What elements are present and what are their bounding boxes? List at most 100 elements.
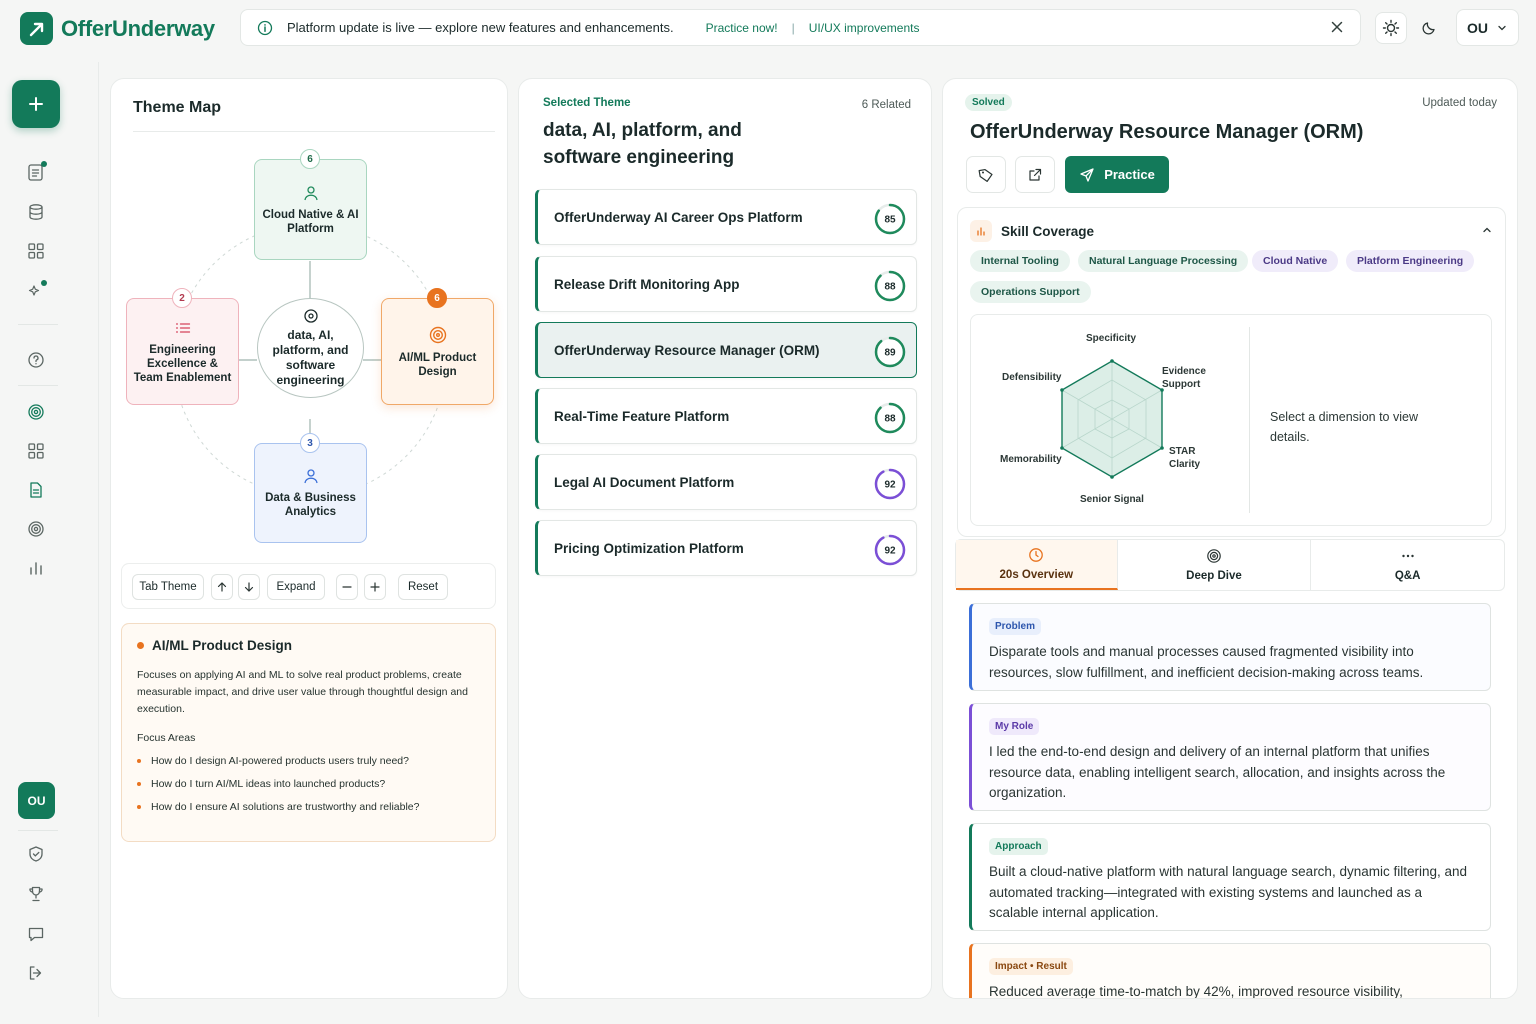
plus-icon bbox=[370, 582, 380, 592]
practice-button[interactable]: Practice bbox=[1065, 156, 1169, 193]
sidebar-item-documents[interactable] bbox=[24, 478, 48, 502]
moon-icon bbox=[1422, 21, 1435, 35]
sidebar-item-target[interactable] bbox=[24, 400, 48, 424]
avatar[interactable]: OU bbox=[18, 782, 55, 819]
close-banner-icon[interactable] bbox=[1328, 18, 1346, 36]
project-item[interactable]: OfferUnderway Resource Manager (ORM) 89 bbox=[535, 322, 917, 378]
project-item[interactable]: Pricing Optimization Platform 92 bbox=[535, 520, 917, 576]
tab-deep-dive[interactable]: Deep Dive bbox=[1118, 540, 1312, 590]
theme-node-ai-ml-product-design[interactable]: AI/ML Product Design bbox=[381, 298, 494, 405]
skill-chip[interactable]: Platform Engineering bbox=[1346, 250, 1475, 272]
expand-button[interactable]: Expand bbox=[267, 574, 325, 600]
sidebar-item-goals[interactable] bbox=[24, 517, 48, 541]
sidebar-item-achievements[interactable] bbox=[24, 882, 48, 906]
skill-chip[interactable]: Natural Language Processing bbox=[1078, 250, 1249, 272]
arrow-down-icon bbox=[244, 582, 254, 592]
tab-overview[interactable]: 20s Overview bbox=[956, 540, 1118, 590]
sidebar-item-dashboard[interactable] bbox=[24, 239, 48, 263]
project-detail-panel: Solved Updated today OfferUnderway Resou… bbox=[942, 78, 1518, 999]
selected-theme-title: data, AI, platform, and software enginee… bbox=[543, 120, 742, 168]
skill-coverage-title: Skill Coverage bbox=[1001, 223, 1095, 239]
score-value: 88 bbox=[884, 282, 896, 293]
ui-ux-link[interactable]: UI/UX improvements bbox=[809, 21, 920, 35]
project-name: Real-Time Feature Platform bbox=[554, 408, 730, 424]
status-badge: Solved bbox=[965, 94, 1012, 111]
radar-label[interactable]: Evidence Support bbox=[1162, 365, 1212, 391]
user-initials: OU bbox=[1467, 19, 1488, 36]
theme-node-data-analytics[interactable]: Data & Business Analytics bbox=[254, 443, 367, 543]
theme-node-cloud-native[interactable]: Cloud Native & AI Platform bbox=[254, 159, 367, 260]
score-ring: 85 bbox=[874, 203, 906, 235]
radar-label[interactable]: Memorability bbox=[1000, 453, 1062, 466]
radar-label[interactable]: Specificity bbox=[1086, 332, 1136, 345]
sidebar-separator bbox=[18, 830, 58, 831]
help-icon bbox=[28, 352, 44, 368]
node-label: data, AI, platform, and software enginee… bbox=[272, 328, 349, 387]
chevron-up-icon[interactable] bbox=[1481, 224, 1493, 236]
sidebar-item-apps[interactable] bbox=[24, 439, 48, 463]
tag-button[interactable] bbox=[966, 156, 1006, 193]
zoom-out-button[interactable] bbox=[336, 574, 358, 600]
score-value: 92 bbox=[884, 480, 896, 491]
theme-node-center[interactable]: data, AI, platform, and software enginee… bbox=[257, 298, 364, 398]
app-logo[interactable]: OfferUnderway bbox=[20, 12, 215, 45]
move-down-button[interactable] bbox=[238, 574, 260, 600]
sidebar-item-security[interactable] bbox=[24, 842, 48, 866]
move-up-button[interactable] bbox=[211, 574, 233, 600]
radar-label[interactable]: Defensibility bbox=[1002, 371, 1061, 384]
score-value: 89 bbox=[884, 348, 896, 359]
node-label: Cloud Native & AI Platform bbox=[262, 208, 359, 235]
theme-node-engineering-excellence[interactable]: Engineering Excellence & Team Enablement bbox=[126, 298, 239, 405]
score-ring: 92 bbox=[874, 534, 906, 566]
skill-chip[interactable]: Internal Tooling bbox=[970, 250, 1070, 272]
sidebar-item-database[interactable] bbox=[24, 200, 48, 224]
project-item[interactable]: Release Drift Monitoring App 88 bbox=[535, 256, 917, 312]
project-item[interactable]: OfferUnderway AI Career Ops Platform 85 bbox=[535, 189, 917, 245]
document-icon bbox=[30, 482, 42, 498]
section-text: Built a cloud-native platform with natur… bbox=[989, 864, 1468, 920]
radar-label[interactable]: STAR Clarity bbox=[1169, 445, 1209, 471]
radar-label[interactable]: Senior Signal bbox=[1080, 493, 1144, 506]
score-ring: 88 bbox=[874, 402, 906, 434]
sidebar-item-help[interactable] bbox=[24, 348, 48, 372]
section-text: Reduced average time-to-match by 42%, im… bbox=[989, 984, 1403, 999]
logout-icon bbox=[29, 966, 42, 980]
open-external-button[interactable] bbox=[1015, 156, 1055, 193]
zoom-in-button[interactable] bbox=[364, 574, 386, 600]
tab-qa[interactable]: Q&A bbox=[1311, 540, 1504, 590]
user-menu-button[interactable]: OU bbox=[1456, 9, 1519, 46]
project-name: Release Drift Monitoring App bbox=[554, 276, 740, 292]
map-controls: Tab Theme Expand Reset bbox=[121, 563, 496, 609]
reset-button[interactable]: Reset bbox=[398, 574, 448, 600]
skill-chip[interactable]: Operations Support bbox=[970, 281, 1091, 303]
practice-now-link[interactable]: Practice now! bbox=[706, 21, 778, 35]
sidebar-item-logout[interactable] bbox=[24, 961, 48, 985]
light-mode-button[interactable] bbox=[1375, 11, 1407, 44]
project-item[interactable]: Real-Time Feature Platform 88 bbox=[535, 388, 917, 444]
updated-timestamp: Updated today bbox=[1422, 97, 1497, 109]
node-label: AI/ML Product Design bbox=[398, 351, 477, 378]
skill-chip[interactable]: Cloud Native bbox=[1252, 250, 1339, 272]
role-section: My Role I led the end-to-end design and … bbox=[969, 703, 1491, 811]
sidebar-separator bbox=[18, 385, 58, 386]
more-icon bbox=[1401, 554, 1414, 558]
sidebar-item-analytics[interactable] bbox=[24, 556, 48, 580]
section-tag: Impact • Result bbox=[989, 958, 1073, 975]
project-item[interactable]: Legal AI Document Platform 92 bbox=[535, 454, 917, 510]
banner-separator: | bbox=[791, 20, 795, 35]
sidebar-item-notes[interactable] bbox=[24, 160, 48, 184]
score-ring: 89 bbox=[874, 336, 906, 368]
dimension-hint: Select a dimension to view details. bbox=[1270, 410, 1418, 444]
user-icon bbox=[303, 469, 318, 484]
approach-section: Approach Built a cloud-native platform w… bbox=[969, 823, 1491, 931]
score-ring: 88 bbox=[874, 270, 906, 302]
node-count-badge: 6 bbox=[427, 288, 447, 308]
tab-theme-button[interactable]: Tab Theme bbox=[132, 574, 204, 600]
section-tag: Problem bbox=[989, 618, 1042, 635]
sidebar-item-messages[interactable] bbox=[24, 922, 48, 946]
section-text: I led the end-to-end design and delivery… bbox=[989, 744, 1446, 800]
sidebar-item-ai[interactable] bbox=[24, 278, 48, 302]
new-item-button[interactable] bbox=[12, 80, 60, 128]
dark-mode-button[interactable] bbox=[1413, 12, 1445, 44]
banner-message: Platform update is live — explore new fe… bbox=[287, 20, 674, 35]
